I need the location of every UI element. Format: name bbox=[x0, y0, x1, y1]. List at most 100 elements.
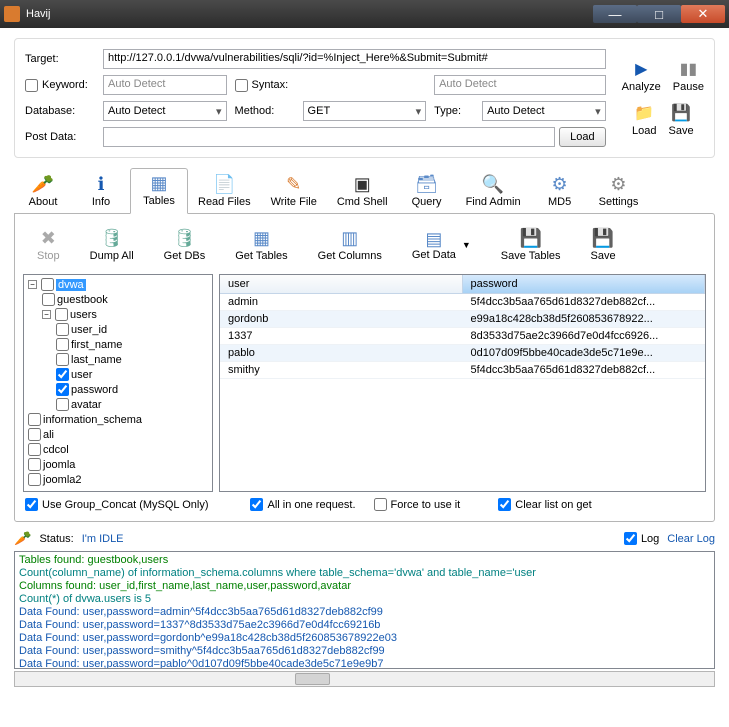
dropdown-icon[interactable]: ▼ bbox=[462, 240, 471, 250]
getdata-button[interactable]: ▤Get Data▼ bbox=[406, 227, 477, 263]
gear-icon: ⚙ bbox=[610, 174, 626, 194]
save-button[interactable]: 💾Save bbox=[669, 103, 694, 137]
syntax-checkbox[interactable]: Syntax: bbox=[235, 79, 427, 92]
tab-findadmin[interactable]: 🔍Find Admin bbox=[456, 170, 531, 214]
edit-icon: ✎ bbox=[286, 174, 301, 194]
search-icon: 🔍 bbox=[482, 174, 504, 194]
stop-button[interactable]: ✖Stop bbox=[31, 226, 66, 264]
log-output[interactable]: Tables found: guestbook,usersCount(colum… bbox=[14, 551, 715, 669]
db-icon: 🛢 bbox=[100, 228, 123, 248]
tree-table-users[interactable]: users bbox=[70, 309, 97, 321]
clearlog-link[interactable]: Clear Log bbox=[667, 533, 715, 545]
tab-writefile[interactable]: ✎Write File bbox=[261, 170, 327, 214]
collapse-icon[interactable]: − bbox=[28, 280, 37, 289]
col-user[interactable]: user bbox=[220, 275, 463, 293]
tab-about[interactable]: 🥕About bbox=[14, 170, 72, 214]
tree-db[interactable]: joomla bbox=[43, 459, 75, 471]
table-row[interactable]: smithy5f4dcc3b5aa765d61d8327deb882cf... bbox=[220, 362, 705, 379]
allinone-checkbox[interactable]: All in one request. bbox=[250, 498, 355, 511]
load-postdata-button[interactable]: Load bbox=[559, 127, 605, 147]
target-panel: Target: http://127.0.0.1/dvwa/vulnerabil… bbox=[14, 38, 715, 158]
tab-md5[interactable]: ⚙MD5 bbox=[531, 170, 589, 214]
log-line: Data Found: user,password=1337^8d3533d75… bbox=[19, 619, 710, 632]
tree-table-guestbook[interactable]: guestbook bbox=[57, 294, 108, 306]
main-tabs: 🥕About ℹInfo ▦Tables 📄Read Files ✎Write … bbox=[14, 168, 715, 214]
play-icon: ▶ bbox=[631, 59, 651, 79]
method-combo[interactable]: GET bbox=[303, 101, 427, 121]
close-button[interactable]: ✕ bbox=[681, 5, 725, 23]
force-checkbox[interactable]: Force to use it bbox=[374, 498, 461, 511]
tab-cmdshell[interactable]: ▣Cmd Shell bbox=[327, 170, 398, 214]
log-checkbox[interactable]: Log bbox=[624, 532, 659, 545]
h-scrollbar[interactable] bbox=[14, 671, 715, 687]
table-row[interactable]: admin5f4dcc3b5aa765d61d8327deb882cf... bbox=[220, 294, 705, 311]
db-tree[interactable]: − dvwa guestbook − users user_id first_nam… bbox=[23, 274, 213, 492]
clearlist-checkbox[interactable]: Clear list on get bbox=[498, 498, 591, 511]
tree-db[interactable]: information_schema bbox=[43, 414, 142, 426]
data-grid[interactable]: user password admin5f4dcc3b5aa765d61d832… bbox=[219, 274, 706, 492]
gettables-button[interactable]: ▦Get Tables bbox=[229, 226, 293, 264]
minimize-button[interactable]: — bbox=[593, 5, 637, 23]
disk-icon: 💾 bbox=[592, 228, 614, 248]
keyword-input[interactable]: Auto Detect bbox=[103, 75, 227, 95]
groupconcat-checkbox[interactable]: Use Group_Concat (MySQL Only) bbox=[25, 498, 208, 511]
tab-query[interactable]: 🗃Query bbox=[398, 170, 456, 214]
table-row[interactable]: gordonbe99a18c428cb38d5f260853678922... bbox=[220, 311, 705, 328]
log-line: Tables found: guestbook,users bbox=[19, 554, 710, 567]
tree-db-dvwa[interactable]: dvwa bbox=[56, 279, 86, 291]
file-icon: 📄 bbox=[213, 174, 235, 194]
tables-panel: ✖Stop 🛢Dump All 🛢Get DBs ▦Get Tables ▥Ge… bbox=[14, 213, 715, 522]
type-combo[interactable]: Auto Detect bbox=[482, 101, 606, 121]
tree-col[interactable]: first_name bbox=[71, 339, 122, 351]
maximize-button[interactable]: □ bbox=[637, 5, 681, 23]
app-icon bbox=[4, 6, 20, 22]
window-title: Havij bbox=[26, 8, 593, 20]
target-input[interactable]: http://127.0.0.1/dvwa/vulnerabilities/sq… bbox=[103, 49, 606, 69]
database-label: Database: bbox=[25, 105, 95, 117]
col-password[interactable]: password bbox=[463, 275, 706, 293]
disk-icon: 💾 bbox=[519, 228, 541, 248]
tab-readfiles[interactable]: 📄Read Files bbox=[188, 170, 261, 214]
hash-icon: ⚙ bbox=[552, 174, 568, 194]
load-button[interactable]: 📁Load bbox=[632, 103, 656, 137]
save-data-button[interactable]: 💾Save bbox=[585, 226, 622, 264]
table-icon: ▦ bbox=[150, 173, 167, 193]
tree-db[interactable]: ali bbox=[43, 429, 54, 441]
tab-tables[interactable]: ▦Tables bbox=[130, 168, 188, 214]
log-line: Data Found: user,password=smithy^5f4dcc3… bbox=[19, 645, 710, 658]
tree-db[interactable]: joomla2 bbox=[43, 474, 82, 486]
method-label: Method: bbox=[235, 105, 295, 117]
analyze-button[interactable]: ▶Analyze bbox=[622, 59, 661, 93]
grid-icon: ▦ bbox=[253, 228, 270, 248]
savetables-button[interactable]: 💾Save Tables bbox=[495, 226, 567, 264]
tab-settings[interactable]: ⚙Settings bbox=[589, 170, 649, 214]
tree-col[interactable]: password bbox=[71, 384, 118, 396]
log-line: Data Found: user,password=gordonb^e99a18… bbox=[19, 632, 710, 645]
disk-icon: 💾 bbox=[671, 103, 691, 123]
syntax-input[interactable]: Auto Detect bbox=[434, 75, 606, 95]
tree-col[interactable]: last_name bbox=[71, 354, 122, 366]
postdata-input[interactable] bbox=[103, 127, 555, 147]
tree-db[interactable]: cdcol bbox=[43, 444, 69, 456]
db-icon: 🛢 bbox=[173, 228, 196, 248]
log-line: Data Found: user,password=admin^5f4dcc3b… bbox=[19, 606, 710, 619]
keyword-checkbox[interactable]: Keyword: bbox=[25, 79, 95, 92]
table-row[interactable]: 13378d3533d75ae2c3966d7e0d4fcc6926... bbox=[220, 328, 705, 345]
status-label: Status: bbox=[39, 533, 73, 545]
tab-info[interactable]: ℹInfo bbox=[72, 170, 130, 214]
table-row[interactable]: pablo0d107d09f5bbe40cade3de5c71e9e... bbox=[220, 345, 705, 362]
getdbs-button[interactable]: 🛢Get DBs bbox=[158, 226, 212, 264]
tree-col[interactable]: avatar bbox=[71, 399, 102, 411]
tree-col[interactable]: user bbox=[71, 369, 92, 381]
pause-icon: ▮▮ bbox=[678, 59, 698, 79]
terminal-icon: ▣ bbox=[354, 174, 371, 194]
log-line: Count(*) of dvwa.users is 5 bbox=[19, 593, 710, 606]
col-icon: ▥ bbox=[341, 228, 358, 248]
tree-col[interactable]: user_id bbox=[71, 324, 107, 336]
collapse-icon[interactable]: − bbox=[42, 310, 51, 319]
getcolumns-button[interactable]: ▥Get Columns bbox=[312, 226, 388, 264]
dumpall-button[interactable]: 🛢Dump All bbox=[84, 226, 140, 264]
stop-icon: ✖ bbox=[41, 228, 56, 248]
database-combo[interactable]: Auto Detect bbox=[103, 101, 227, 121]
pause-button[interactable]: ▮▮Pause bbox=[673, 59, 704, 93]
